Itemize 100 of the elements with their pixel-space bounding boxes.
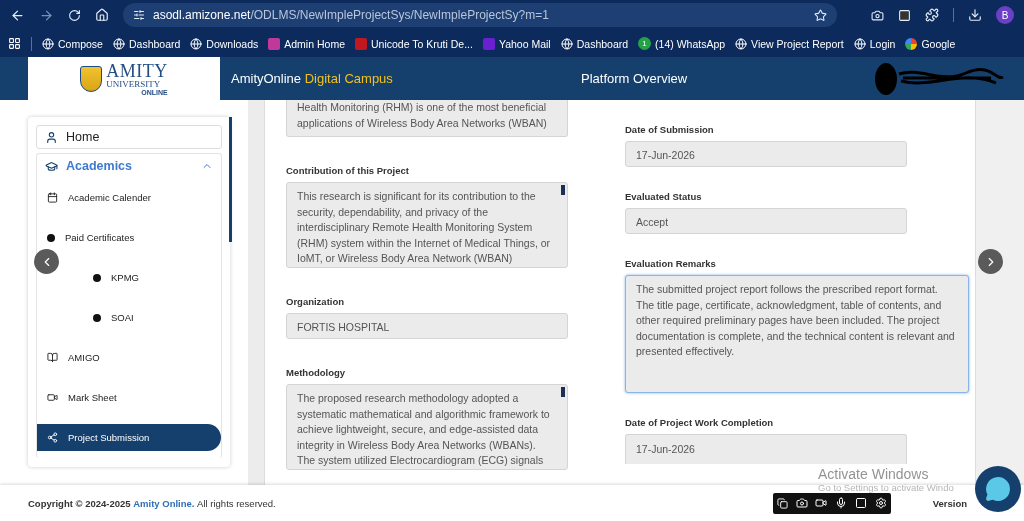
text-line: applications of Wireless Body Area Networks (WBAN) (297, 115, 548, 131)
activation-title: Activate Windows (818, 466, 930, 482)
field-label: Evaluation Remarks (625, 258, 717, 269)
site-settings-icon[interactable] (133, 9, 145, 21)
activation-subtitle: Go to Settings to activate Windo (818, 482, 954, 493)
bookmark-link[interactable]: Yahoo Mail (482, 37, 551, 50)
input-field[interactable]: FORTIS HOSPITAL (286, 313, 568, 339)
home-icon[interactable] (95, 8, 109, 22)
sidebar-link[interactable]: KPMG (83, 264, 221, 291)
address-bar[interactable]: asodl.amizone.net/ODLMS/NewImpleProjectSys/NewImpleProjectSy?m=1 (123, 3, 837, 27)
network-icon (47, 432, 58, 443)
text-line: The system utilized Electrocardiogram (ECG) signals (297, 453, 545, 468)
globe-icon (735, 37, 748, 50)
apps-icon[interactable] (8, 37, 21, 50)
window-icon[interactable] (776, 497, 788, 509)
user-icon (45, 130, 58, 144)
field-label: Date of Submission (625, 124, 715, 135)
field-label: Organization (286, 296, 346, 307)
bullet-icon (93, 273, 101, 282)
book-icon (47, 352, 58, 363)
chat-icon (985, 476, 1011, 502)
text-line: The title page, certificate, acknowledgment, table of contents, and (636, 297, 943, 313)
bookmark-star-icon[interactable] (814, 8, 827, 22)
bookmark-link[interactable]: Dashboard (112, 37, 181, 50)
text-line: documentation is complete, and the technical content is relevant and (636, 328, 956, 344)
text-line: Health Monitoring (RHM) is one of the most beneficial (297, 100, 548, 115)
input-field[interactable]: Accept (625, 208, 907, 234)
text-area[interactable] (625, 275, 969, 393)
copyright-text: Copyright © 2024-2025 (28, 497, 132, 509)
google-icon (905, 37, 918, 50)
extension-icon[interactable] (898, 8, 911, 22)
bookmark-link[interactable]: View Project Report (735, 37, 844, 50)
forward-icon[interactable] (39, 7, 54, 23)
sidebar-link[interactable]: Mark Sheet (37, 384, 221, 411)
input-field[interactable]: 17-Jun-2026 (625, 141, 907, 167)
globe-icon (42, 37, 54, 50)
rights-text: All rights reserved. (196, 497, 276, 509)
bookmark-link[interactable]: Downloads (190, 37, 259, 50)
sidebar-link[interactable]: Project Submission (37, 424, 221, 451)
download-icon[interactable] (968, 8, 982, 22)
settings-icon[interactable] (874, 497, 887, 509)
brand-title: AmityOnline Digital Campus (231, 70, 394, 88)
sidebar-link[interactable]: SOAI (83, 304, 221, 331)
shield-icon (80, 65, 103, 92)
profile-avatar[interactable]: B (996, 6, 1014, 24)
bookmark-link[interactable]: Unicode To Kruti De... (355, 37, 473, 50)
field-label: Evaluated Status (625, 191, 703, 202)
scrollbar-thumb[interactable] (561, 387, 565, 397)
camera-icon[interactable] (871, 8, 884, 22)
text-line: other required preliminary pages have been included. The project (636, 313, 941, 328)
input-field[interactable]: 17-Jun-2026 (625, 434, 907, 464)
field-label: Contribution of this Project (286, 165, 410, 176)
text-line: achieve lightweight, secure, and edge-assisted data (297, 422, 540, 437)
bookmark-link[interactable]: Compose (42, 37, 103, 50)
text-line: IoMT, or Wireless Body Area Network (WBAN) (297, 251, 514, 266)
camera-icon[interactable] (795, 497, 808, 509)
globe-icon (112, 37, 125, 50)
page-title: Platform Overview (581, 70, 689, 88)
microphone-icon[interactable] (835, 497, 848, 509)
amity-online-link[interactable]: Amity Online. (133, 497, 195, 509)
sidebar-link[interactable]: AMIGO (37, 344, 221, 371)
logo-subtitle: UNIVERSITY (106, 79, 161, 89)
text-line: presented effectively. (636, 344, 736, 359)
bullet-icon (93, 313, 101, 322)
scrollbar-thumb[interactable] (229, 117, 232, 242)
back-icon[interactable] (10, 7, 25, 23)
academics-menu[interactable]: Academics (37, 154, 221, 178)
stop-icon[interactable] (855, 497, 867, 509)
bullet-icon (47, 233, 55, 242)
version-text: Version (932, 497, 968, 509)
text-area[interactable]: Health Monitoring (RHM) is one of the most beneficial applications of Wireless Body Area Networks (WBAN) (286, 100, 568, 137)
text-area[interactable] (286, 182, 568, 268)
globe-icon (190, 37, 203, 50)
graduation-icon (45, 159, 58, 173)
scrollbar-thumb[interactable] (561, 185, 565, 195)
text-line: integrity in Wireless Body Area Networks (WBANs). (297, 437, 537, 453)
bookmark-link[interactable]: 1 (14) WhatsApp (638, 37, 726, 50)
reload-icon[interactable] (68, 8, 81, 22)
home-link[interactable]: Home (36, 125, 222, 149)
bookmark-link[interactable]: Login (853, 37, 896, 50)
text-area[interactable] (286, 384, 568, 470)
bookmark-link[interactable]: Google (905, 37, 956, 50)
text-line: This research is significant for its contribution to the (297, 189, 537, 204)
sidebar-link[interactable]: Academic Calender (37, 184, 221, 211)
sidebar-link[interactable]: Paid Certificates (37, 224, 221, 251)
text-line: interdisciplinary Remote Health Monitoring System (297, 220, 534, 235)
text-line: systematic mathematical and algorithmic framework to (297, 406, 551, 422)
globe-icon (560, 37, 573, 50)
text-line: The proposed research methodology adopted a (297, 391, 520, 406)
text-line: The submitted project report follows the prescribed report format. (636, 282, 939, 297)
logo-word: AMITY (106, 61, 168, 80)
bookmark-link[interactable]: Dashboard (560, 37, 629, 50)
text-line: security, dependability, and privacy of the (297, 204, 490, 220)
globe-icon (853, 37, 866, 50)
count-badge: 1 (638, 37, 652, 50)
extensions-icon[interactable] (925, 8, 939, 22)
bookmark-link[interactable]: Admin Home (268, 37, 345, 50)
calendar-icon (47, 192, 58, 203)
text-line: (RHM) system within the Internet of Medical Things, or (297, 235, 552, 251)
video-icon[interactable] (815, 497, 828, 509)
